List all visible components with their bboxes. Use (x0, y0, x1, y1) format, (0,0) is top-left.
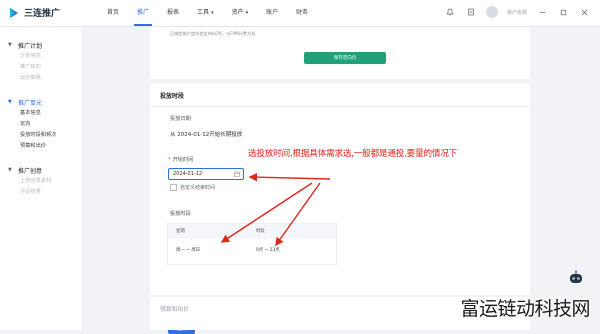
start-time-label: * 开始时间 (168, 156, 193, 163)
nav-label: 账户 (266, 9, 279, 16)
sidebar-group-title: 推广单元 (18, 99, 43, 107)
period-table: 星期 时段 周一 ~ 周日 0点 ~ 23点 (167, 223, 337, 265)
assistant-bot-icon[interactable] (568, 270, 584, 286)
caret-down-icon: ▼ (8, 42, 12, 48)
schedule-card: 投放时段 投放日期 从 2024-01-12开始长期投放 * 开始时间 2024-… (150, 83, 530, 334)
sidebar-item[interactable]: 基本信息 (0, 108, 82, 119)
header-actions: 账户名称 (444, 6, 590, 18)
watermark: 富运链动科技网 (460, 298, 590, 320)
custom-end-label: 自定义结束时间 (180, 185, 216, 191)
close-icon[interactable] (578, 6, 590, 18)
date-label: 投放日期 (170, 116, 191, 122)
sidebar-item[interactable]: 出价策略 (0, 73, 82, 84)
sidebar-group-creative: ▼ 推广创意 上传创意素材 评估结果 (0, 164, 82, 198)
chevron-down-icon: ▾ (245, 10, 249, 16)
column-header: 星期 (176, 229, 185, 234)
start-date-input[interactable]: 2024-01-12 (168, 168, 244, 180)
nav-label: 财务 (296, 9, 309, 16)
sidebar-group-title: 推广计划 (18, 42, 43, 50)
main-content: 已绑定账户定向包支持oCPC、oCPM计费方式 保存定向包 投放时段 投放日期 … (83, 27, 600, 334)
start-time-label-text: 开始时间 (172, 157, 194, 163)
nav-promotion[interactable]: 推广 (128, 0, 158, 26)
nav-label: 工具 (197, 9, 210, 16)
table-header: 星期 时段 (168, 224, 336, 239)
annotation-text: 选投放时间,根据具体需求选,一般都是通投,要量的情况下 (248, 149, 458, 159)
period-label: 投放时段 (170, 211, 191, 217)
targeting-card: 已绑定账户定向包支持oCPC、oCPM计费方式 保存定向包 (150, 27, 530, 79)
sidebar: ▼ 推广计划 计划信息 推广目的 出价策略 ▼ 推广单元 基本信息 定向 投放时段和… (0, 27, 83, 330)
weekday-cell: 周一 ~ 周日 (176, 248, 201, 253)
sidebar-item[interactable]: 投放时段和频次 (0, 130, 82, 141)
sidebar-group-header[interactable]: ▼ 推广计划 (0, 39, 82, 51)
date-note: 从 2024-01-12开始长期投放 (170, 132, 243, 138)
caret-down-icon: ▼ (8, 167, 12, 173)
sidebar-item[interactable]: 计划信息 (0, 51, 82, 62)
bell-icon[interactable] (444, 6, 456, 18)
main-nav: 首页 推广 报表 工具 ▾ 资产 ▾ 账户 财务 (98, 0, 317, 26)
nav-label: 报表 (167, 9, 180, 16)
custom-end-checkbox[interactable] (170, 184, 177, 191)
app-logo[interactable]: 三连推广 (8, 6, 60, 19)
column-header: 时段 (256, 229, 265, 234)
logo-icon (10, 7, 18, 18)
nav-label: 推广 (137, 9, 150, 16)
top-navigation-bar: 三连推广 首页 推广 报表 工具 ▾ 资产 ▾ 账户 财务 账户名称 (0, 0, 600, 27)
sidebar-group-unit: ▼ 推广单元 基本信息 定向 投放时段和频次 预算和出价 (0, 96, 82, 152)
sidebar-item[interactable]: 评估结果 (0, 187, 82, 198)
custom-end-time-option[interactable]: 自定义结束时间 (170, 184, 215, 191)
sidebar-item[interactable]: 预算和出价 (0, 141, 82, 152)
chevron-down-icon: ▾ (211, 10, 214, 16)
nav-account[interactable]: 账户 (257, 0, 287, 26)
sidebar-group-header[interactable]: ▼ 推广单元 (0, 96, 82, 108)
minimize-icon[interactable] (536, 6, 548, 18)
nav-home[interactable]: 首页 (98, 0, 128, 26)
sidebar-item[interactable]: 推广目的 (0, 62, 82, 73)
document-icon[interactable] (465, 6, 477, 18)
maximize-icon[interactable] (557, 6, 569, 18)
required-mark: * (168, 157, 171, 163)
start-date-value: 2024-01-12 (173, 171, 203, 177)
sidebar-group-header[interactable]: ▼ 推广创意 (0, 164, 82, 176)
account-name[interactable]: 账户名称 (507, 9, 527, 16)
section-title: 预算和出价 (160, 307, 189, 313)
sidebar-item[interactable]: 上传创意素材 (0, 176, 82, 187)
sidebar-group-plan: ▼ 推广计划 计划信息 推广目的 出价策略 (0, 39, 82, 84)
nav-tools[interactable]: 工具 ▾ (188, 0, 223, 26)
sidebar-group-title: 推广创意 (18, 167, 43, 175)
targeting-note: 已绑定账户定向包支持oCPC、oCPM计费方式 (170, 31, 256, 36)
caret-down-icon: ▼ (8, 99, 12, 105)
nav-label: 资产 (231, 9, 244, 16)
table-row[interactable]: 周一 ~ 周日 0点 ~ 23点 (168, 239, 336, 263)
sidebar-item[interactable]: 定向 (0, 119, 82, 130)
nav-label: 首页 (107, 9, 120, 16)
calendar-icon[interactable] (234, 171, 240, 177)
nav-assets[interactable]: 资产 ▾ (223, 0, 258, 26)
avatar[interactable] (485, 6, 498, 18)
hours-cell: 0点 ~ 23点 (256, 248, 280, 253)
save-targeting-button[interactable]: 保存定向包 (304, 52, 386, 64)
section-title: 投放时段 (160, 93, 185, 100)
nav-reports[interactable]: 报表 (158, 0, 188, 26)
logo-text: 三连推广 (24, 9, 61, 19)
divider (150, 106, 530, 107)
nav-finance[interactable]: 财务 (287, 0, 317, 26)
